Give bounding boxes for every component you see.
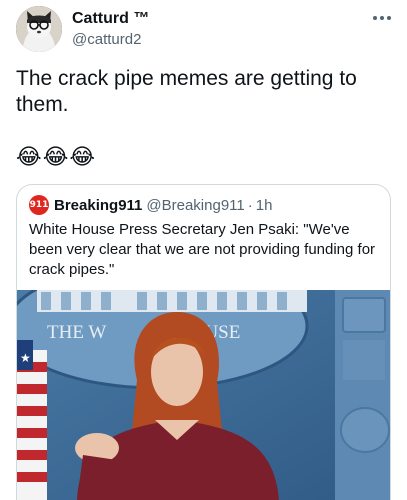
quoted-tweet-text: White House Press Secretary Jen Psaki: "…	[29, 221, 376, 278]
more-options-icon[interactable]	[373, 12, 391, 24]
tweet-text: The crack pipe memes are getting to them…	[16, 67, 357, 116]
author-handle[interactable]: @catturd2	[72, 30, 149, 50]
quoted-avatar[interactable]: 911	[29, 195, 49, 215]
quoted-separator: ·	[247, 196, 253, 214]
tweet-emojis: 😂😂😂	[16, 144, 97, 169]
press-briefing-image: THE W HOUSE ON ★	[17, 290, 390, 500]
author-display-name[interactable]: Catturd ™	[72, 9, 149, 29]
quoted-media-image[interactable]: THE W HOUSE ON ★	[17, 290, 390, 500]
quoted-handle[interactable]: @Breaking911	[146, 197, 244, 214]
quoted-tweet-header: 911 Breaking911 @Breaking911 · 1h	[29, 195, 272, 215]
tweet-header: Catturd ™ @catturd2	[16, 6, 391, 52]
quoted-timestamp[interactable]: 1h	[256, 197, 273, 214]
flag: ★	[17, 340, 47, 500]
svg-text:★: ★	[20, 351, 31, 365]
seal-text-left: THE W	[47, 322, 106, 343]
quoted-tweet[interactable]: 911 Breaking911 @Breaking911 · 1h White …	[16, 184, 391, 500]
avatar[interactable]	[16, 6, 62, 52]
quoted-display-name[interactable]: Breaking911	[54, 197, 142, 214]
cat-avatar-icon	[16, 6, 62, 52]
